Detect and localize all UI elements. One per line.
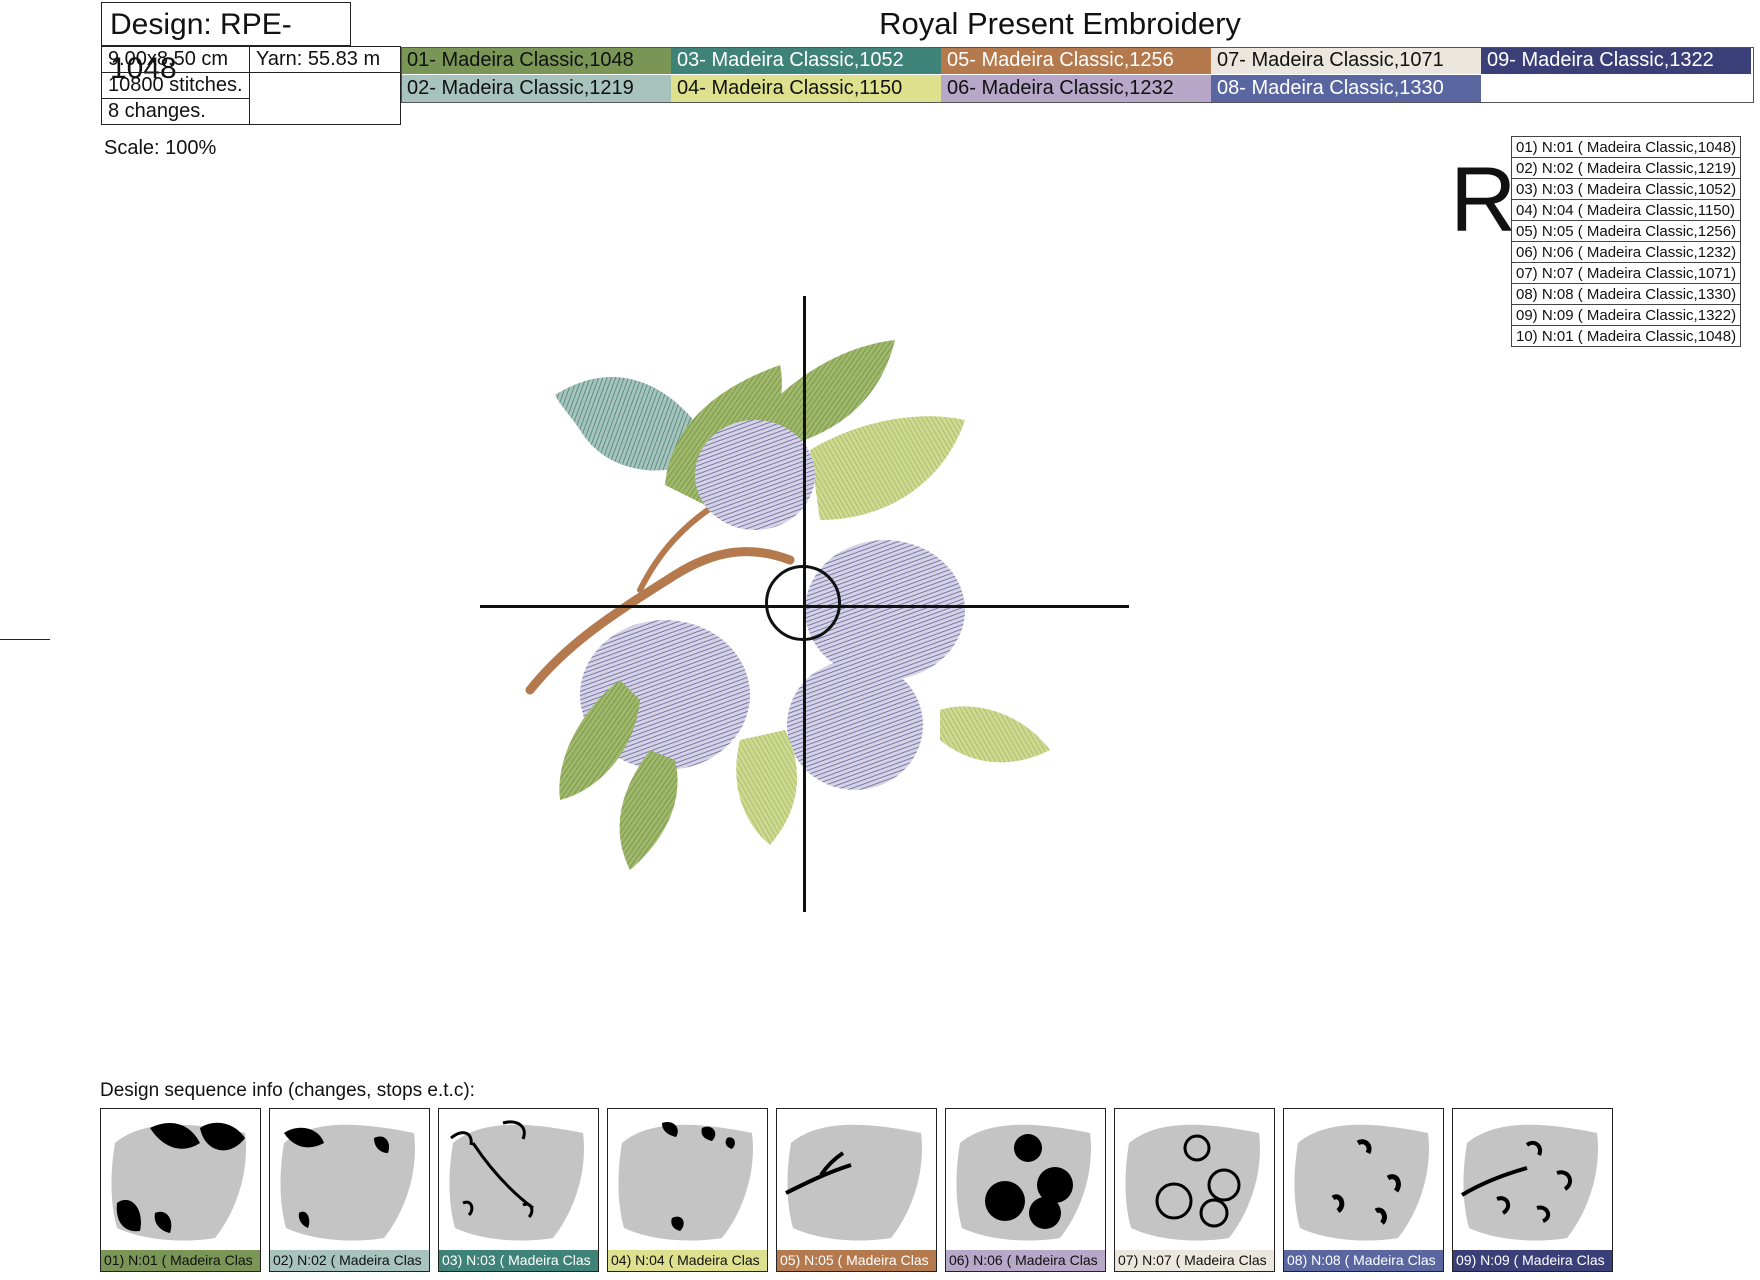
swatch-label: 07- Madeira Classic,1071: [1217, 49, 1444, 71]
thumbnail-2: 02) N:02 ( Madeira Clas: [269, 1108, 430, 1272]
swatch-label: 01- Madeira Classic,1048: [407, 49, 634, 71]
sequence-item: 09) N:09 ( Madeira Classic,1322): [1510, 304, 1742, 326]
thumbnail-graphic: [785, 1124, 922, 1241]
thumbnail-graphic: [111, 1122, 246, 1241]
color-swatch-grid: 01- Madeira Classic,1048 02- Madeira Cla…: [401, 47, 1755, 103]
swatch-label: 02- Madeira Classic,1219: [407, 77, 634, 99]
thumbnail-caption: 09) N:09 ( Madeira Clas: [1453, 1250, 1612, 1271]
thumbnail-graphic: [1294, 1124, 1429, 1241]
color-sequence-list: 01) N:01 ( Madeira Classic,1048) 02) N:0…: [1510, 136, 1742, 347]
thumbnail-graphic: [618, 1121, 753, 1241]
swatch-4: 04- Madeira Classic,1150: [671, 75, 941, 102]
yarn-length: Yarn: 55.83 m: [249, 46, 401, 73]
sequence-item: 04) N:04 ( Madeira Classic,1150): [1510, 199, 1742, 221]
swatch-2: 02- Madeira Classic,1219: [401, 75, 671, 102]
thumbnail-4: 04) N:04 ( Madeira Clas: [607, 1108, 768, 1272]
sequence-item: 05) N:05 ( Madeira Classic,1256): [1510, 220, 1742, 242]
design-info-table: 9.00x8.50 cm Yarn: 55.83 m 10800 stitche…: [101, 46, 401, 125]
thumbnail-caption: 02) N:02 ( Madeira Clas: [270, 1250, 429, 1271]
thumbnail-9: 09) N:09 ( Madeira Clas: [1452, 1108, 1613, 1272]
swatch-label: 04- Madeira Classic,1150: [677, 77, 903, 99]
sequence-info-label: Design sequence info (changes, stops e.t…: [100, 1080, 475, 1101]
thumbnail-graphic: [280, 1124, 415, 1241]
swatch-1: 01- Madeira Classic,1048: [401, 47, 671, 74]
leaf-right: [810, 416, 965, 520]
swatch-label: 09- Madeira Classic,1322: [1487, 49, 1714, 71]
crosshair-circle: [765, 565, 841, 641]
thumbnail-graphic: [1460, 1124, 1598, 1241]
swatch-5: 05- Madeira Classic,1256: [941, 47, 1211, 74]
sequence-item: 08) N:08 ( Madeira Classic,1330): [1510, 283, 1742, 305]
sequence-item: 07) N:07 ( Madeira Classic,1071): [1510, 262, 1742, 284]
thumbnail-caption: 01) N:01 ( Madeira Clas: [101, 1250, 260, 1271]
color-changes: 8 changes.: [101, 98, 250, 125]
plum-bottom-right: [787, 660, 923, 790]
leaf-bottom-right: [940, 706, 1050, 763]
brand-title: Royal Present Embroidery: [879, 6, 1241, 41]
thumbnail-1: 01) N:01 ( Madeira Clas: [100, 1108, 261, 1272]
swatch-label: 06- Madeira Classic,1232: [947, 77, 1174, 99]
thumbnail-caption: 08) N:08 ( Madeira Clas: [1284, 1250, 1443, 1271]
swatch-label: 08- Madeira Classic,1330: [1217, 77, 1444, 99]
swatch-label: 03- Madeira Classic,1052: [677, 49, 904, 71]
plum-top: [695, 420, 815, 530]
margin-tick: [0, 639, 50, 640]
thumbnail-caption: 07) N:07 ( Madeira Clas: [1115, 1250, 1274, 1271]
thumbnail-graphic: [1125, 1124, 1260, 1241]
swatch-8: 08- Madeira Classic,1330: [1211, 75, 1481, 102]
sequence-item: 06) N:06 ( Madeira Classic,1232): [1510, 241, 1742, 263]
swatch-6: 06- Madeira Classic,1232: [941, 75, 1211, 102]
thumbnail-6: 06) N:06 ( Madeira Clas: [945, 1108, 1106, 1272]
thumbnail-3: 03) N:03 ( Madeira Clas: [438, 1108, 599, 1272]
sequence-thumbnails: 01) N:01 ( Madeira Clas 02) N:02 ( Madei…: [100, 1108, 1613, 1272]
thumbnail-7: 07) N:07 ( Madeira Clas: [1114, 1108, 1275, 1272]
swatch-3: 03- Madeira Classic,1052: [671, 47, 941, 74]
leaf-bottom-center: [736, 730, 797, 845]
design-title: Design: RPE-1048: [101, 2, 351, 85]
thumbnail-graphic: [956, 1124, 1091, 1241]
thumbnail-caption: 04) N:04 ( Madeira Clas: [608, 1250, 767, 1271]
stitch-count: 10800 stitches.: [101, 72, 250, 99]
swatch-7: 07- Madeira Classic,1071: [1211, 47, 1481, 74]
thumbnail-5: 05) N:05 ( Madeira Clas: [776, 1108, 937, 1272]
rotation-mark: R: [1450, 149, 1517, 251]
sequence-item: 01) N:01 ( Madeira Classic,1048): [1510, 136, 1742, 158]
info-empty-cell: [249, 72, 401, 125]
scale-label: Scale: 100%: [104, 137, 217, 159]
sequence-item: 03) N:03 ( Madeira Classic,1052): [1510, 178, 1742, 200]
thumbnail-graphic: [449, 1120, 584, 1241]
thumbnail-8: 08) N:08 ( Madeira Clas: [1283, 1108, 1444, 1272]
sequence-item: 02) N:02 ( Madeira Classic,1219): [1510, 157, 1742, 179]
thumbnail-caption: 05) N:05 ( Madeira Clas: [777, 1250, 936, 1271]
sequence-item: 10) N:01 ( Madeira Classic,1048): [1510, 325, 1742, 347]
thumbnail-caption: 06) N:06 ( Madeira Clas: [946, 1250, 1105, 1271]
swatch-label: 05- Madeira Classic,1256: [947, 49, 1174, 71]
swatch-9: 09- Madeira Classic,1322: [1481, 47, 1751, 74]
design-size: 9.00x8.50 cm: [101, 46, 250, 73]
thumbnail-caption: 03) N:03 ( Madeira Clas: [439, 1250, 598, 1271]
